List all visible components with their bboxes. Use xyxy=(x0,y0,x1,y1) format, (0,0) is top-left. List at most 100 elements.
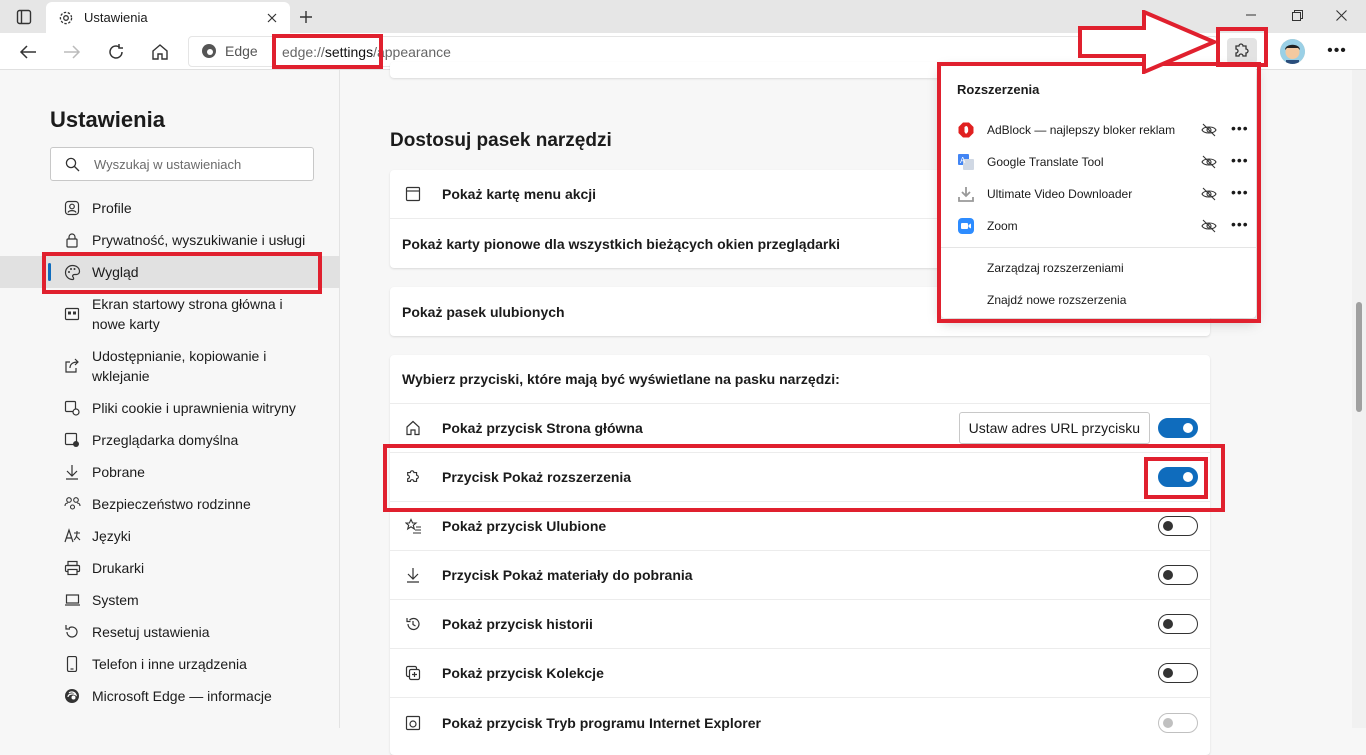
refresh-button[interactable] xyxy=(102,39,130,65)
sidebar-item-appearance[interactable]: Wygląd xyxy=(0,256,340,288)
translate-icon: A xyxy=(958,154,974,170)
manage-extensions-link[interactable]: Zarządzaj rozszerzeniami xyxy=(941,252,1256,284)
url-text: edge://settings/appearance xyxy=(282,44,451,60)
forward-button[interactable] xyxy=(58,39,86,65)
share-icon xyxy=(62,356,82,376)
sidebar-item-cookies[interactable]: Pliki cookie i uprawnienia witryny xyxy=(0,392,340,424)
eye-hidden-icon[interactable] xyxy=(1201,122,1217,138)
eye-hidden-icon[interactable] xyxy=(1201,186,1217,202)
row-ie-mode-button: Pokaż przycisk Tryb programu Internet Ex… xyxy=(390,698,1210,747)
sidebar-item-languages[interactable]: Języki xyxy=(0,520,340,552)
adblock-icon xyxy=(958,122,974,138)
lock-icon xyxy=(62,230,82,250)
ie-mode-button-toggle[interactable] xyxy=(1158,712,1198,733)
extension-label: AdBlock — najlepszy bloker reklam xyxy=(987,123,1176,137)
row-collections-button: Pokaż przycisk Kolekcje xyxy=(390,649,1210,698)
row-downloads-button: Przycisk Pokaż materiały do pobrania xyxy=(390,551,1210,600)
eye-hidden-icon[interactable] xyxy=(1201,218,1217,234)
find-extensions-link[interactable]: Znajdź nowe rozszerzenia xyxy=(941,284,1256,316)
eye-hidden-icon[interactable] xyxy=(1201,154,1217,170)
address-separator xyxy=(273,43,274,61)
collections-button-toggle[interactable] xyxy=(1158,663,1198,683)
card-toolbar-buttons: Wybierz przyciski, które mają być wyświe… xyxy=(390,355,1210,755)
extension-item-video-downloader[interactable]: Ultimate Video Downloader ••• xyxy=(941,178,1256,210)
extension-item-zoom[interactable]: Zoom ••• xyxy=(941,210,1256,242)
sidebar-item-label: System xyxy=(92,592,139,608)
extensions-button-toggle[interactable] xyxy=(1158,467,1198,487)
home-button[interactable] xyxy=(146,39,174,65)
cookie-icon xyxy=(62,398,82,418)
video-download-icon xyxy=(958,187,974,202)
row-extensions-button: Przycisk Pokaż rozszerzenia xyxy=(390,453,1210,502)
sidebar-item-downloads[interactable]: Pobrane xyxy=(0,456,340,488)
puzzle-icon xyxy=(1235,43,1249,57)
extension-item-translate[interactable]: A Google Translate Tool ••• xyxy=(941,146,1256,178)
download-icon xyxy=(62,462,82,482)
edge-indicator: Edge xyxy=(201,43,258,59)
sidebar-item-printers[interactable]: Drukarki xyxy=(0,552,340,584)
new-tab-button[interactable] xyxy=(294,5,318,29)
tab-actions-icon[interactable] xyxy=(10,6,38,28)
restore-button[interactable] xyxy=(1282,4,1312,26)
sidebar-item-label: Przeglądarka domyślna xyxy=(92,432,239,448)
sidebar-item-start-page[interactable]: Ekran startowy strona główna i nowe kart… xyxy=(0,288,340,340)
row-label: Przycisk Pokaż materiały do pobrania xyxy=(442,567,693,583)
more-options-icon[interactable]: ••• xyxy=(1231,216,1249,232)
close-window-button[interactable] xyxy=(1326,4,1356,26)
main-scrollbar[interactable] xyxy=(1352,70,1366,728)
more-options-icon[interactable]: ••• xyxy=(1231,152,1249,168)
extensions-panel: Rozszerzenia AdBlock — najlepszy bloker … xyxy=(941,66,1256,318)
sidebar-item-phone[interactable]: Telefon i inne urządzenia xyxy=(0,648,340,680)
minimize-button[interactable] xyxy=(1236,4,1266,26)
history-button-toggle[interactable] xyxy=(1158,614,1198,634)
row-home-button: Pokaż przycisk Strona główna Ustaw adres… xyxy=(390,404,1210,453)
home-button-toggle[interactable] xyxy=(1158,418,1198,438)
row-history-button: Pokaż przycisk historii xyxy=(390,600,1210,649)
arrow-annotation-icon xyxy=(1078,10,1218,74)
row-label: Wybierz przyciski, które mają być wyświe… xyxy=(402,371,840,387)
close-tab-icon[interactable] xyxy=(262,8,282,28)
url-suffix: /appearance xyxy=(373,44,451,60)
sidebar-item-profile[interactable]: Profile xyxy=(0,192,340,224)
sidebar-item-reset[interactable]: Resetuj ustawienia xyxy=(0,616,340,648)
tab-settings[interactable]: Ustawienia xyxy=(46,2,290,33)
extensions-list: AdBlock — najlepszy bloker reklam ••• A … xyxy=(941,114,1256,316)
sidebar-item-label: Profile xyxy=(92,200,132,216)
tab-title: Ustawienia xyxy=(84,10,148,25)
avatar[interactable] xyxy=(1280,39,1305,64)
more-options-icon[interactable]: ••• xyxy=(1231,120,1249,136)
collections-icon xyxy=(404,664,422,682)
sidebar-nav: Profile Prywatność, wyszukiwanie i usług… xyxy=(0,192,340,712)
extensions-button[interactable] xyxy=(1227,38,1257,64)
search-input[interactable]: Wyszukaj w ustawieniach xyxy=(50,147,314,181)
settings-sidebar: Ustawienia Wyszukaj w ustawieniach Profi… xyxy=(0,70,340,728)
printer-icon xyxy=(62,558,82,578)
settings-more-button[interactable]: ••• xyxy=(1325,40,1349,62)
row-label: Pokaż przycisk historii xyxy=(442,616,593,632)
back-button[interactable] xyxy=(14,39,42,65)
sidebar-item-share[interactable]: Udostępnianie, kopiowanie i wklejanie xyxy=(0,340,340,392)
extension-item-adblock[interactable]: AdBlock — najlepszy bloker reklam ••• xyxy=(941,114,1256,146)
start-page-icon xyxy=(62,304,82,324)
row-label: Pokaż przycisk Kolekcje xyxy=(442,665,604,681)
sidebar-item-label: Bezpieczeństwo rodzinne xyxy=(92,496,251,512)
history-icon xyxy=(404,615,422,633)
favorites-button-toggle[interactable] xyxy=(1158,516,1198,536)
set-url-button[interactable]: Ustaw adres URL przycisku xyxy=(958,412,1150,444)
more-options-icon[interactable]: ••• xyxy=(1231,184,1249,200)
downloads-button-toggle[interactable] xyxy=(1158,565,1198,585)
sidebar-item-about[interactable]: Microsoft Edge — informacje xyxy=(0,680,340,712)
row-buttons-header: Wybierz przyciski, które mają być wyświe… xyxy=(390,355,1210,404)
sidebar-item-privacy[interactable]: Prywatność, wyszukiwanie i usługi xyxy=(0,224,340,256)
gear-icon xyxy=(58,10,76,26)
sidebar-item-default-browser[interactable]: Przeglądarka domyślna xyxy=(0,424,340,456)
action-menu-icon xyxy=(404,185,422,203)
ie-mode-icon xyxy=(404,714,422,732)
extensions-separator xyxy=(941,247,1256,248)
sidebar-item-label: Ekran startowy strona główna i nowe kart… xyxy=(92,296,283,332)
row-label: Pokaż przycisk Tryb programu Internet Ex… xyxy=(442,714,761,731)
sidebar-item-system[interactable]: System xyxy=(0,584,340,616)
default-browser-icon xyxy=(62,430,82,450)
sidebar-item-family[interactable]: Bezpieczeństwo rodzinne xyxy=(0,488,340,520)
scroll-thumb[interactable] xyxy=(1356,302,1362,412)
